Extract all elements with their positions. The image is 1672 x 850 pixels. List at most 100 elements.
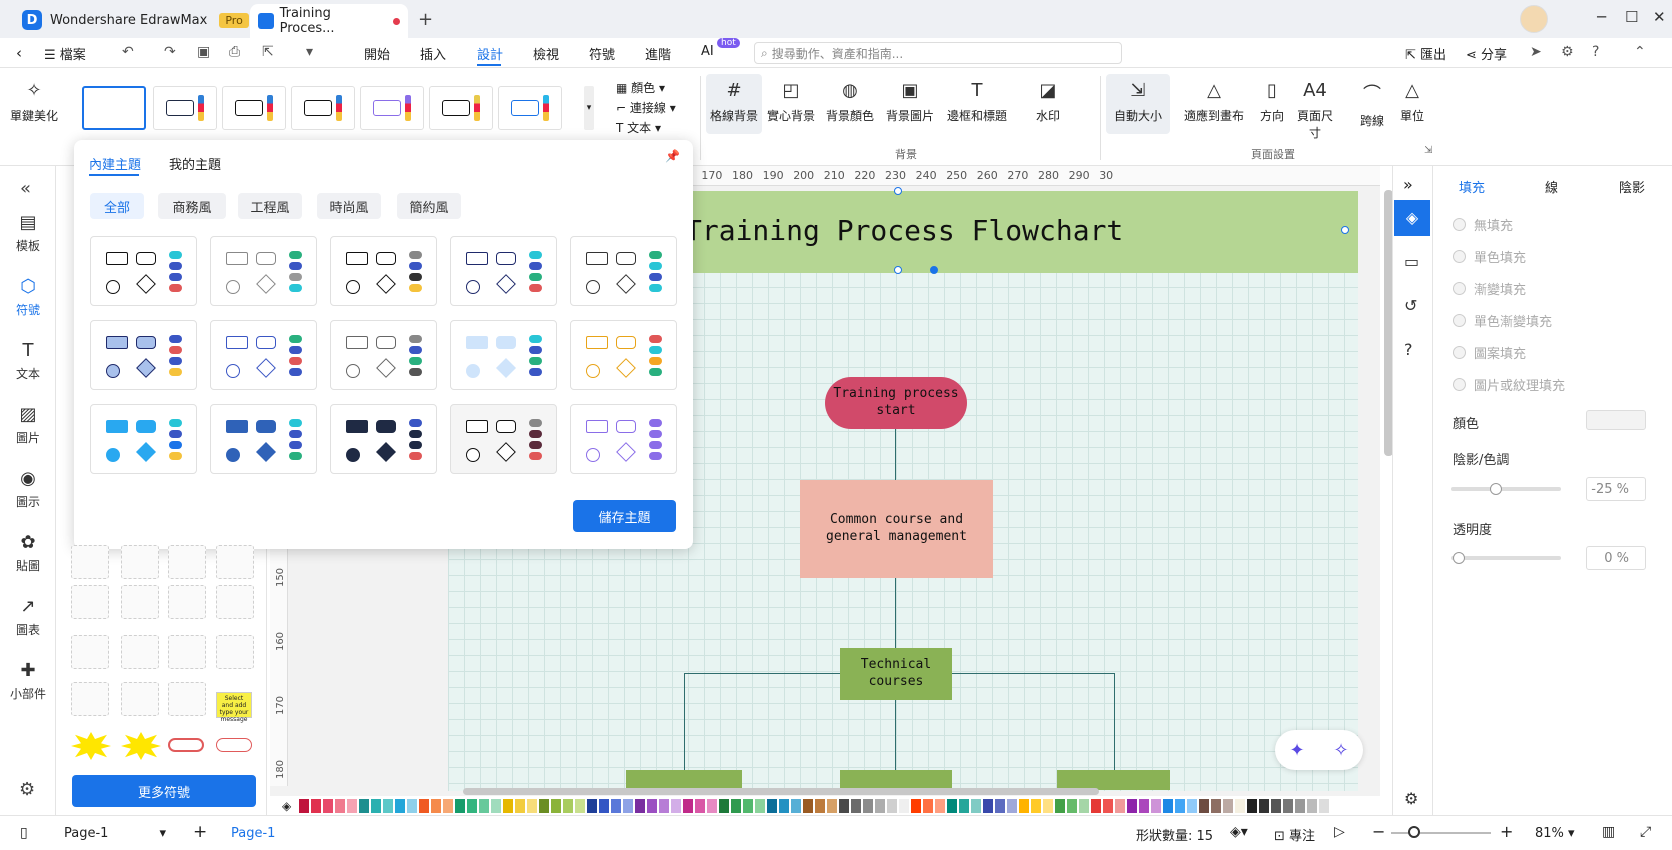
page-selector[interactable]: Page-1 ▾ [64,826,166,841]
process-node[interactable] [840,770,952,790]
settings-gear-icon[interactable]: ⚙ [1561,44,1574,60]
color-swatch[interactable] [647,799,658,813]
color-swatch[interactable] [971,799,982,813]
beautify-button[interactable]: ✧ 單鍵美化 [8,80,60,124]
undo-icon[interactable]: ↶ [122,44,134,60]
tab-my-themes[interactable]: 我的主題 [169,154,221,173]
theme-card[interactable] [330,236,437,306]
rail-stickers[interactable]: ✿ 貼圖 [0,532,56,574]
redo-icon[interactable]: ↷ [164,44,176,60]
zoom-in-icon[interactable]: + [1500,822,1513,841]
single-gradient-option[interactable]: 單色漸變填充 [1453,311,1552,330]
rail-images[interactable]: ▨ 圖片 [0,404,56,446]
color-swatch[interactable] [551,799,562,813]
collapse-panel-icon[interactable]: « [20,178,31,199]
minimize-icon[interactable]: ─ [1597,8,1606,26]
rail-text[interactable]: T 文本 [0,340,56,382]
color-swatch[interactable] [755,799,766,813]
selection-handle[interactable] [894,266,902,274]
fit-canvas-button[interactable]: △ 適應到畫布 [1181,74,1247,134]
more-tools-icon[interactable]: ▾ [306,44,313,60]
jump-line-button[interactable]: ⌒ 跨線 [1350,74,1394,134]
color-swatch[interactable] [539,799,550,813]
symbol-shape[interactable] [121,545,159,579]
theme-thumb[interactable] [498,86,562,130]
avatar[interactable] [1520,5,1548,33]
theme-card[interactable] [450,320,557,390]
orientation-button[interactable]: ▯ 方向 [1250,74,1294,134]
shade-slider[interactable] [1451,487,1561,491]
auto-size-button[interactable]: ⇲ 自動大小 [1106,74,1170,134]
rail-icons[interactable]: ◉ 圖示 [0,468,56,510]
color-swatch[interactable] [1055,799,1066,813]
print-icon[interactable]: ⎙ [229,44,240,60]
theme-card[interactable] [330,404,437,474]
common-course-node[interactable]: Common course and general management [800,480,993,578]
color-swatch[interactable] [623,799,634,813]
color-swatch[interactable] [431,799,442,813]
color-swatch[interactable] [1031,799,1042,813]
document-tab[interactable]: Training Proces... [250,4,408,38]
solid-background-button[interactable]: ◰ 實心背景 [763,74,819,134]
color-swatch[interactable] [695,799,706,813]
symbol-shape[interactable] [121,635,159,669]
symbol-shape[interactable] [216,545,254,579]
color-swatch[interactable] [467,799,478,813]
color-swatch[interactable] [1079,799,1090,813]
color-swatch[interactable] [635,799,646,813]
selection-handle[interactable] [1341,226,1349,234]
theme-card[interactable] [570,404,677,474]
save-icon[interactable]: ▣ [197,44,210,60]
rail-charts[interactable]: ↗ 圖表 [0,596,56,638]
starburst-shape[interactable] [121,732,161,760]
theme-thumb[interactable] [429,86,493,130]
color-swatch[interactable] [359,799,370,813]
rounded-tag-shape[interactable] [168,738,204,752]
focus-mode-button[interactable]: ⊡ 專注 [1274,825,1315,844]
horizontal-scrollbar[interactable] [463,788,1099,795]
color-swatch[interactable] [1319,799,1330,813]
connector-line[interactable] [952,673,1114,674]
symbol-shape[interactable] [71,585,109,619]
rotation-handle[interactable] [930,266,938,274]
color-swatch[interactable] [875,799,886,813]
back-icon[interactable]: ‹ [16,44,22,62]
grid-background-button[interactable]: # 格線背景 [706,74,762,134]
theme-thumb[interactable] [153,86,217,130]
filter-minimal[interactable]: 簡約風 [397,193,461,219]
menu-view[interactable]: 檢視 [533,44,559,63]
background-image-button[interactable]: ▣ 背景圖片 [882,74,938,134]
color-swatch[interactable] [479,799,490,813]
color-swatch[interactable] [323,799,334,813]
color-swatch[interactable] [827,799,838,813]
background-color-button[interactable]: ◍ 背景顏色 [822,74,878,134]
zoom-level[interactable]: 81% ▾ [1535,826,1575,841]
starburst-shape[interactable] [71,732,111,760]
share-button[interactable]: ⋖ 分享 [1466,44,1507,63]
color-swatch[interactable] [347,799,358,813]
theme-card[interactable] [450,404,557,474]
page-setup-expand-icon[interactable]: ⇲ [1424,145,1432,156]
color-swatch[interactable] [863,799,874,813]
color-swatch[interactable] [1271,799,1282,813]
technical-courses-node[interactable]: Technical courses [840,648,952,700]
color-swatch[interactable] [1586,410,1646,430]
color-swatch[interactable] [1187,799,1198,813]
book-view-icon[interactable]: ▥ [1602,824,1615,840]
opacity-slider[interactable] [1451,556,1561,560]
color-swatch[interactable] [527,799,538,813]
color-swatch[interactable] [1007,799,1018,813]
active-page-tab[interactable]: Page-1 [231,826,275,841]
diagram-title[interactable]: Training Process Flowchart [685,214,1123,247]
color-swatch[interactable] [1067,799,1078,813]
text-option[interactable]: T 文本 ▾ [616,119,661,136]
color-swatch[interactable] [839,799,850,813]
zoom-slider[interactable] [1391,832,1491,834]
fullscreen-icon[interactable]: ⤢ [1640,824,1651,840]
rounded-tag-shape[interactable] [216,738,252,752]
theme-card[interactable] [210,236,317,306]
tab-builtin-themes[interactable]: 內建主題 [89,154,141,173]
color-swatch[interactable] [1127,799,1138,813]
page-size-button[interactable]: A4 頁面尺寸 [1293,74,1337,140]
filter-business[interactable]: 商務風 [158,193,226,219]
